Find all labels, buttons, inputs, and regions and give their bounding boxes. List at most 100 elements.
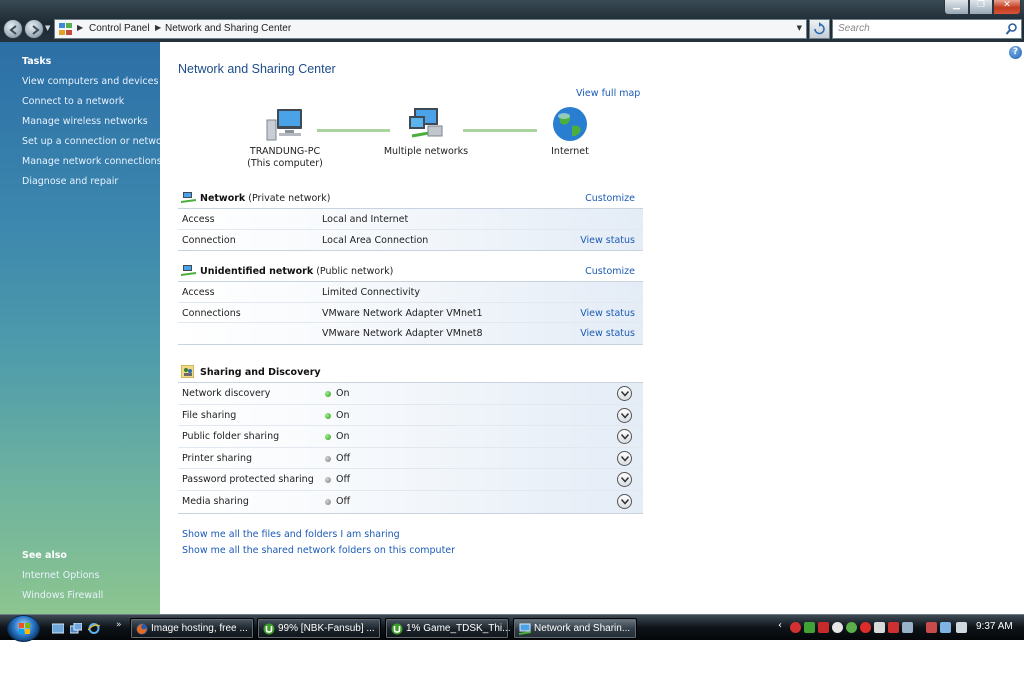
expand-button[interactable] [617, 407, 632, 423]
search-input[interactable]: Search [832, 19, 1022, 39]
sharing-state: Off [336, 474, 351, 486]
address-bar[interactable]: ▶ Control Panel ▶ Network and Sharing Ce… [54, 19, 807, 39]
close-button[interactable]: ✕ [993, 0, 1021, 15]
task-manage-wireless-networks[interactable]: Manage wireless networks [22, 116, 148, 127]
sharing-and-discovery-section: Sharing and Discovery Network discovery … [178, 362, 643, 514]
sharing-icon [181, 365, 194, 378]
view-status-link[interactable]: View status [580, 235, 635, 246]
map-connection-line [463, 129, 537, 132]
task-view-computers-and-devices[interactable]: View computers and devices [22, 76, 158, 87]
tray-app-icon[interactable] [818, 622, 829, 633]
network-details-table: Access Limited Connectivity Connections … [178, 281, 643, 345]
internet-explorer-icon[interactable] [88, 623, 100, 634]
map-node-this-computer[interactable]: TRANDUNG-PC (This computer) [240, 106, 330, 170]
show-shared-files-link[interactable]: Show me all the files and folders I am s… [182, 527, 455, 543]
network-type: (Public network) [313, 266, 394, 277]
view-status-link[interactable]: View status [580, 328, 635, 339]
status-off-icon [325, 477, 331, 484]
back-button[interactable] [3, 19, 23, 39]
taskbar-label: Network and Sharin... [534, 623, 631, 634]
taskbar-button-utorrent-2[interactable]: 1% Game_TDSK_Thi... [385, 618, 510, 639]
tray-app-icon[interactable] [832, 622, 843, 633]
customize-link[interactable]: Customize [585, 266, 635, 277]
see-also-windows-firewall[interactable]: Windows Firewall [22, 590, 103, 601]
see-also-internet-options[interactable]: Internet Options [22, 570, 99, 581]
taskbar-button-utorrent-1[interactable]: 99% [NBK-Fansub] ... [257, 618, 381, 639]
map-middle-label: Multiple networks [383, 146, 469, 157]
start-button[interactable] [7, 615, 40, 642]
breadcrumb-control-panel[interactable]: Control Panel [89, 23, 150, 34]
sharing-row-file-sharing: File sharing On [178, 405, 643, 427]
expand-button[interactable] [617, 472, 632, 488]
sharing-state: On [336, 388, 350, 399]
tray-volume-icon[interactable] [956, 622, 967, 633]
tray-app-icon[interactable] [846, 622, 857, 633]
recent-pages-chevron-icon[interactable]: ▼ [45, 24, 50, 32]
network-row: Access Local and Internet [178, 209, 643, 230]
task-connect-to-a-network[interactable]: Connect to a network [22, 96, 124, 107]
search-placeholder: Search [838, 23, 870, 34]
network-bench-icon [181, 265, 196, 276]
tray-app-icon[interactable] [804, 622, 815, 633]
tray-app-icon[interactable] [874, 622, 885, 633]
network-details-table: Access Local and Internet Connection Loc… [178, 208, 643, 251]
sharing-label: Media sharing [182, 495, 249, 507]
customize-link[interactable]: Customize [585, 193, 635, 204]
tray-antivirus-icon[interactable] [790, 622, 801, 633]
tasks-sidebar: Tasks View computers and devices Connect… [0, 42, 171, 614]
breadcrumb-separator-icon[interactable]: ▶ [155, 23, 161, 32]
search-icon[interactable] [1005, 22, 1018, 36]
show-desktop-icon[interactable] [52, 623, 64, 634]
chevron-down-icon [621, 455, 629, 462]
view-full-map-link[interactable]: View full map [576, 88, 640, 99]
taskbar-button-network-center[interactable]: Network and Sharin... [513, 618, 637, 639]
forward-button[interactable] [24, 19, 44, 39]
map-node-internet[interactable]: Internet [535, 106, 605, 158]
task-set-up-connection[interactable]: Set up a connection or network [22, 136, 171, 147]
row-value: Local and Internet [322, 214, 409, 225]
task-manage-network-connections[interactable]: Manage network connections [22, 156, 162, 167]
expand-button[interactable] [617, 493, 632, 509]
sharing-title: Sharing and Discovery [200, 367, 321, 378]
restore-button[interactable]: ❐ [969, 0, 993, 15]
help-icon[interactable]: ? [1009, 46, 1022, 59]
status-off-icon [325, 498, 331, 505]
tray-app-icon[interactable] [888, 622, 899, 633]
taskbar: » Image hosting, free ... 99% [NBK-Fansu… [0, 614, 1024, 642]
tray-network-icon[interactable] [940, 622, 951, 633]
tray-app-icon[interactable] [902, 622, 913, 633]
chevron-down-icon [621, 477, 629, 484]
tray-app-icon[interactable] [926, 622, 937, 633]
refresh-button[interactable] [809, 19, 830, 39]
switch-windows-icon[interactable] [70, 623, 82, 634]
expand-button[interactable] [617, 429, 632, 445]
utorrent-icon [263, 623, 275, 635]
network-row: VMware Network Adapter VMnet8 View statu… [178, 323, 643, 344]
taskbar-clock[interactable]: 9:37 AM [976, 621, 1013, 632]
windows-logo-icon [19, 623, 30, 634]
sharing-label: Password protected sharing [182, 474, 314, 486]
expand-button[interactable] [617, 386, 632, 401]
taskbar-button-firefox[interactable]: Image hosting, free ... [130, 618, 254, 639]
expand-button[interactable] [617, 450, 632, 466]
sharing-label: Printer sharing [182, 452, 253, 464]
show-hidden-icons-chevron-icon[interactable]: ‹ [778, 620, 782, 631]
breadcrumb-network-and-sharing-center[interactable]: Network and Sharing Center [165, 23, 291, 34]
show-shared-network-folders-link[interactable]: Show me all the shared network folders o… [182, 543, 455, 559]
sharing-label: File sharing [182, 409, 237, 421]
task-diagnose-and-repair[interactable]: Diagnose and repair [22, 176, 118, 187]
minimize-button[interactable]: ▁ [944, 0, 969, 15]
chevron-down-icon [621, 434, 629, 440]
breadcrumb-separator-icon[interactable]: ▶ [77, 23, 83, 32]
tray-app-icon[interactable] [860, 622, 871, 633]
sharing-label: Network discovery [182, 388, 271, 399]
quick-launch-more-icon[interactable]: » [116, 620, 122, 630]
status-off-icon [325, 455, 331, 462]
network-section-public: Unidentified network (Public network) Cu… [178, 261, 643, 345]
sharing-settings-table: Network discovery On File sharing On Pub… [178, 382, 643, 514]
sharing-row-printer-sharing: Printer sharing Off [178, 448, 643, 470]
view-status-link[interactable]: View status [580, 308, 635, 319]
address-dropdown-icon[interactable]: ▼ [797, 24, 802, 32]
row-label: Connection [182, 234, 236, 246]
map-node-multiple-networks[interactable]: Multiple networks [381, 106, 471, 158]
